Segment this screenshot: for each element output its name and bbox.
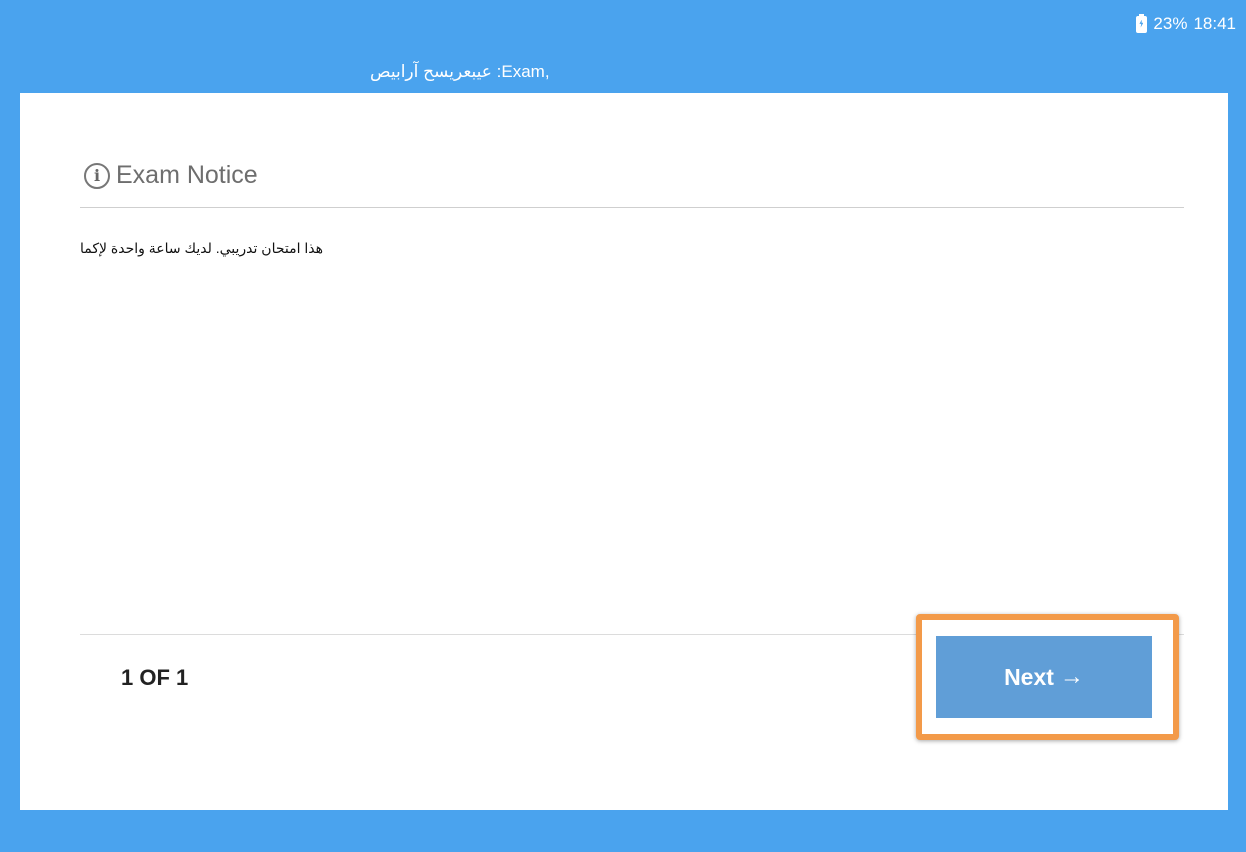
status-indicators: 23% 18:41 [1136,13,1236,34]
status-bar: 23% 18:41 [0,0,1246,48]
arrow-right-icon: → [1059,663,1084,690]
next-button-label: Next [1004,663,1054,690]
battery-percent: 23% [1153,14,1188,33]
battery-charging-icon [1136,13,1148,33]
title-bar: عيبعريسح آرابيص :Exam, [0,48,1246,93]
notice-header: i Exam Notice [84,161,258,190]
info-icon: i [84,162,110,189]
header-divider [80,207,1184,208]
exam-notice-card: i Exam Notice هذا امتحان تدريبي. لديك سا… [20,93,1228,810]
notice-body: هذا امتحان تدريبي. لديك ساعة واحدة لإكما [80,240,324,256]
notice-title: Exam Notice [116,161,258,189]
next-button[interactable]: Next → [936,636,1152,718]
clock-time: 18:41 [1193,14,1236,33]
page-counter: 1 OF 1 [121,665,189,690]
exam-title: عيبعريسح آرابيص :Exam, [370,62,550,81]
